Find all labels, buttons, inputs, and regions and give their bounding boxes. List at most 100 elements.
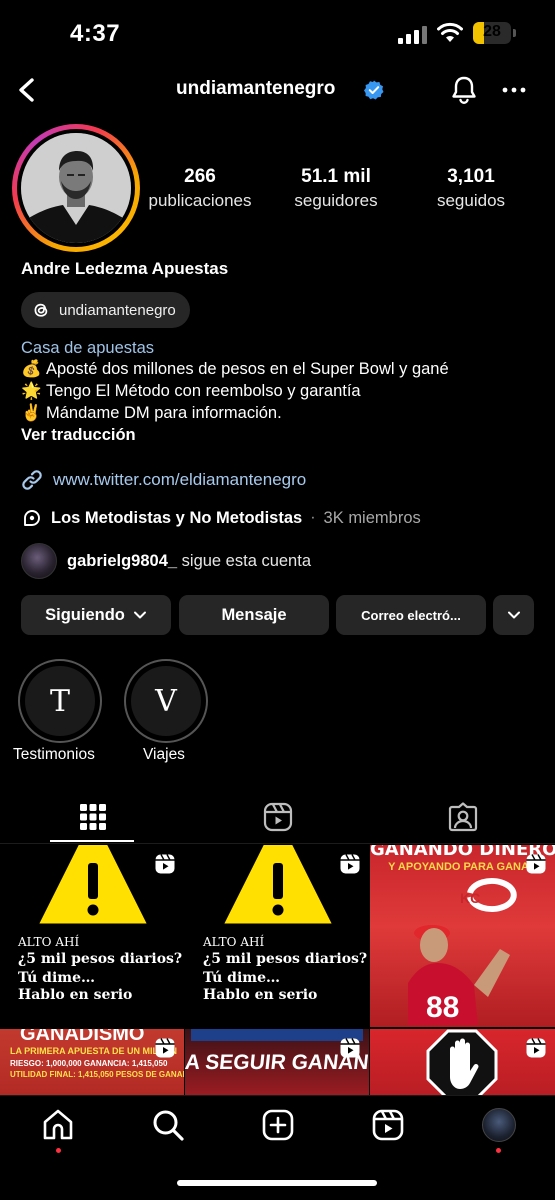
victory-hand-icon: ✌️ <box>21 404 42 422</box>
profile-header: undiamantenegro <box>0 64 555 116</box>
mutual-follower-suffix: sigue esta cuenta <box>181 551 311 570</box>
bio-line-3: ✌️ Mándame DM para información. <box>21 404 282 423</box>
back-arrow-icon[interactable] <box>12 74 42 106</box>
post-text-line: Tú dime… <box>203 970 281 986</box>
chevron-down-icon <box>133 611 146 619</box>
mutual-follower-text: gabrielg9804_ sigue esta cuenta <box>67 552 311 571</box>
profile-link[interactable]: www.twitter.com/eldiamantenegro <box>21 469 306 491</box>
profile-avatar[interactable] <box>21 133 131 243</box>
wifi-icon <box>437 22 463 42</box>
reels-icon[interactable] <box>371 1108 405 1142</box>
status-bar: 4:37 28 <box>0 0 555 64</box>
bio-line-2: 🌟 Tengo El Método con reembolso y garantí… <box>21 382 361 401</box>
tab-tagged[interactable] <box>370 792 555 842</box>
post-text-line: ALTO AHÍ <box>18 935 80 949</box>
active-tab-indicator <box>50 840 134 842</box>
see-translation-link[interactable]: Ver traducción <box>21 426 136 445</box>
following-button[interactable]: Siguiendo <box>21 595 171 635</box>
mutual-follower-avatar <box>21 543 57 579</box>
post-tile[interactable]: GANANDO DINERO Y APOYANDO PARA GANAR KC … <box>370 845 555 1027</box>
highlight-cover-letter: V <box>131 666 201 736</box>
following-button-label: Siguiendo <box>45 605 125 624</box>
community-separator: · <box>310 509 316 526</box>
mutual-follower[interactable]: gabrielg9804_ sigue esta cuenta <box>21 543 311 579</box>
post-text-line: RIESGO: 1,000,000 GANANCIA: 1,415,050 <box>10 1059 168 1068</box>
posts-label: publicaciones <box>148 191 252 210</box>
posts-grid: ALTO AHÍ ¿5 mil pesos diarios? Tú dime… … <box>0 845 555 1095</box>
post-subtitle: LA PRIMERA APUESTA DE UN MILLÓN <box>10 1046 177 1056</box>
post-text-line: ALTO AHÍ <box>203 935 265 949</box>
threads-badge[interactable]: undiamantenegro <box>21 292 190 328</box>
profile-link-text: www.twitter.com/eldiamantenegro <box>53 470 307 489</box>
story-ring[interactable] <box>12 124 140 252</box>
tagged-icon <box>448 802 477 832</box>
profile-tabs <box>0 792 555 844</box>
money-bag-icon: 💰 <box>21 360 42 378</box>
post-text-line: Hablo en serio <box>18 987 133 1003</box>
post-person-photo: KC 88 <box>408 878 517 1025</box>
email-button[interactable]: Correo electró... <box>336 595 486 635</box>
reels-icon <box>263 802 292 832</box>
threads-icon <box>34 303 48 317</box>
grid-icon <box>79 804 106 830</box>
reel-badge-icon <box>526 1038 546 1058</box>
post-tile[interactable] <box>370 1029 555 1095</box>
post-text-line: Hablo en serio <box>203 987 318 1003</box>
tab-posts-grid[interactable] <box>0 792 185 842</box>
post-tile[interactable]: ALTO AHÍ ¿5 mil pesos diarios? Tú dime… … <box>0 845 184 1027</box>
community-channel[interactable]: Los Metodistas y No Metodistas · 3K miem… <box>21 507 421 529</box>
following-count: 3,101 <box>447 166 495 187</box>
verified-badge-icon <box>364 80 384 100</box>
highlight-viajes[interactable]: V <box>124 659 208 743</box>
stop-hand-icon <box>426 1029 498 1095</box>
post-text-line: UTILIDAD FINAL: 1,415,050 PESOS DE GANAN… <box>10 1070 184 1079</box>
home-indicator <box>177 1180 377 1186</box>
followers-label: seguidores <box>294 191 378 210</box>
profile-display-name: Andre Ledezma Apuestas <box>21 259 229 278</box>
search-icon[interactable] <box>151 1108 185 1142</box>
community-members: 3K miembros <box>323 508 421 527</box>
threads-handle: undiamantenegro <box>59 301 176 319</box>
post-jersey-number: 88 <box>426 991 459 1024</box>
profile-avatar-tab[interactable] <box>482 1108 516 1142</box>
bio-text-2: Tengo El Método con reembolso y garantía <box>46 382 361 400</box>
stat-followers[interactable]: 51.1 mil seguidores <box>276 166 396 211</box>
tab-reels[interactable] <box>185 792 370 842</box>
stat-posts[interactable]: 266 publicaciones <box>140 166 260 211</box>
stat-following[interactable]: 3,101 seguidos <box>411 166 531 211</box>
email-button-label: Correo electró... <box>361 607 461 623</box>
notifications-bell-icon[interactable] <box>449 74 479 106</box>
highlight-testimonios[interactable]: T <box>18 659 102 743</box>
post-text-line: ¿5 mil pesos diarios? <box>203 951 368 967</box>
reel-badge-icon <box>526 854 546 874</box>
highlight-ring: V <box>124 659 208 743</box>
post-tile[interactable]: A SEGUIR GANANDO <box>185 1029 369 1095</box>
suggested-accounts-button[interactable] <box>493 595 534 635</box>
reel-badge-icon <box>155 1038 175 1058</box>
warning-sign-icon <box>35 845 151 927</box>
create-post-icon[interactable] <box>261 1108 295 1142</box>
avatar-border <box>17 129 135 247</box>
post-text-line: ¿5 mil pesos diarios? <box>18 951 183 967</box>
reel-badge-icon <box>340 854 360 874</box>
message-button[interactable]: Mensaje <box>179 595 329 635</box>
profile-photo <box>21 133 131 243</box>
followers-count: 51.1 mil <box>301 166 371 187</box>
battery-level: 28 <box>483 23 501 40</box>
bio-text-3: Mándame DM para información. <box>46 404 282 422</box>
header-username: undiamantenegro <box>176 78 336 99</box>
post-tile[interactable]: ALTO AHÍ ¿5 mil pesos diarios? Tú dime… … <box>185 845 369 1027</box>
link-icon <box>22 470 42 490</box>
reel-badge-icon <box>340 1038 360 1058</box>
post-tile[interactable]: GANADISMO LA PRIMERA APUESTA DE UN MILLÓ… <box>0 1029 184 1095</box>
community-name: Los Metodistas y No Metodistas <box>51 508 303 527</box>
status-time: 4:37 <box>70 20 121 47</box>
profile-notification-dot <box>496 1148 501 1153</box>
profile-category: Casa de apuestas <box>21 339 155 357</box>
highlight-label-testimonios: Testimonios <box>13 746 95 763</box>
home-icon[interactable] <box>41 1108 75 1142</box>
reel-badge-icon <box>155 854 175 874</box>
more-options-icon[interactable] <box>500 80 528 100</box>
post-title: GANADISMO <box>20 1029 145 1045</box>
highlight-ring: T <box>18 659 102 743</box>
